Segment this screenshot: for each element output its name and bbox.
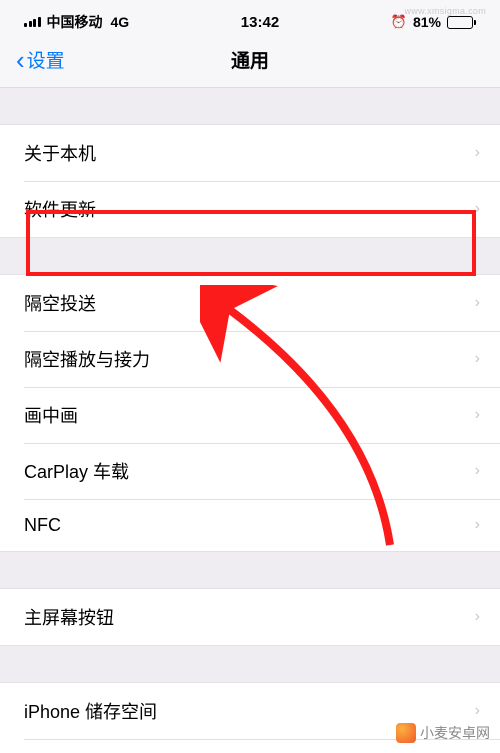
row-carplay[interactable]: CarPlay 车载 › bbox=[0, 443, 500, 499]
row-label: iPhone 储存空间 bbox=[24, 698, 157, 724]
watermark-logo-icon bbox=[396, 723, 416, 743]
content: 关于本机 › 软件更新 › 隔空投送 › 隔空播放与接力 › 画中画 › bbox=[0, 88, 500, 753]
row-label: 隔空播放与接力 bbox=[24, 346, 150, 372]
watermark-text: 小麦安卓网 bbox=[420, 723, 490, 743]
back-button[interactable]: ‹ 设置 bbox=[16, 46, 65, 73]
row-label: 关于本机 bbox=[24, 140, 96, 166]
row-label: 主屏幕按钮 bbox=[24, 604, 114, 630]
clock: 13:42 bbox=[241, 14, 279, 31]
row-airplay-handoff[interactable]: 隔空播放与接力 › bbox=[0, 331, 500, 387]
battery-pct: 81% bbox=[413, 14, 441, 30]
chevron-right-icon: › bbox=[475, 406, 480, 424]
chevron-right-icon: › bbox=[475, 608, 480, 626]
status-right: ⏰ 81% bbox=[391, 14, 476, 30]
row-label: 软件更新 bbox=[24, 196, 96, 222]
list-group-2: 隔空投送 › 隔空播放与接力 › 画中画 › CarPlay 车载 › NFC … bbox=[0, 274, 500, 552]
section-separator bbox=[0, 646, 500, 682]
battery-icon bbox=[447, 16, 476, 29]
row-label: 画中画 bbox=[24, 402, 78, 428]
chevron-right-icon: › bbox=[475, 350, 480, 368]
row-nfc[interactable]: NFC › bbox=[0, 499, 500, 551]
alarm-icon: ⏰ bbox=[391, 14, 407, 30]
section-separator bbox=[0, 552, 500, 588]
signal-icon bbox=[24, 17, 41, 27]
watermark: 小麦安卓网 bbox=[396, 723, 490, 743]
chevron-left-icon: ‹ bbox=[16, 47, 25, 73]
status-left: 中国移动 4G bbox=[24, 12, 129, 32]
page-title: 通用 bbox=[231, 46, 269, 73]
row-label: NFC bbox=[24, 515, 61, 536]
row-airdrop[interactable]: 隔空投送 › bbox=[0, 275, 500, 331]
row-software-update[interactable]: 软件更新 › bbox=[0, 181, 500, 237]
site-url: www.xmsigma.com bbox=[404, 6, 486, 16]
chevron-right-icon: › bbox=[475, 144, 480, 162]
chevron-right-icon: › bbox=[475, 516, 480, 534]
row-label: 隔空投送 bbox=[24, 290, 96, 316]
chevron-right-icon: › bbox=[475, 462, 480, 480]
chevron-right-icon: › bbox=[475, 200, 480, 218]
row-pip[interactable]: 画中画 › bbox=[0, 387, 500, 443]
chevron-right-icon: › bbox=[475, 294, 480, 312]
network-label: 4G bbox=[111, 14, 130, 30]
section-separator bbox=[0, 88, 500, 124]
row-home-button[interactable]: 主屏幕按钮 › bbox=[0, 589, 500, 645]
list-group-1: 关于本机 › 软件更新 › bbox=[0, 124, 500, 238]
section-separator bbox=[0, 238, 500, 274]
list-group-3: 主屏幕按钮 › bbox=[0, 588, 500, 646]
row-about[interactable]: 关于本机 › bbox=[0, 125, 500, 181]
phone-frame: www.xmsigma.com 中国移动 4G 13:42 ⏰ 81% ‹ 设置… bbox=[0, 0, 500, 753]
nav-bar: ‹ 设置 通用 bbox=[0, 38, 500, 88]
row-label: CarPlay 车载 bbox=[24, 458, 129, 484]
carrier-label: 中国移动 bbox=[47, 12, 103, 32]
chevron-right-icon: › bbox=[475, 702, 480, 720]
back-label: 设置 bbox=[27, 46, 65, 73]
